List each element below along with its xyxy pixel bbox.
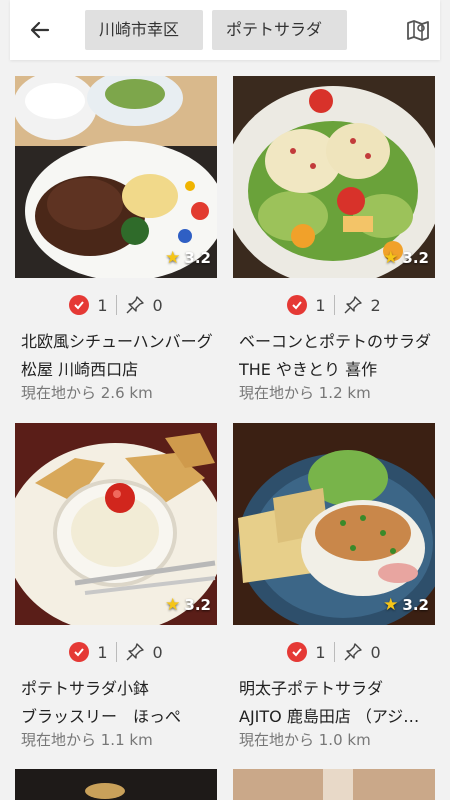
divider bbox=[333, 642, 335, 662]
arrow-left-icon bbox=[30, 21, 50, 39]
dish-title[interactable]: 北欧風シチューハンバーグ bbox=[21, 328, 217, 352]
rating-badge: ★ 3.2 bbox=[165, 248, 211, 268]
check-icon bbox=[287, 642, 308, 662]
shop-name[interactable]: ブラッスリー ほっぺ bbox=[21, 703, 217, 727]
dish-title[interactable]: 明太子ポテトサラダ bbox=[239, 675, 435, 699]
filter-chip-area[interactable]: 川崎市幸区 bbox=[85, 10, 203, 50]
star-icon: ★ bbox=[383, 595, 399, 615]
card-stats: 1 2 bbox=[233, 292, 435, 318]
distance-text: 現在地から 1.2 km bbox=[239, 384, 371, 402]
pin-icon bbox=[126, 643, 144, 661]
result-card[interactable]: ★ 3.2 1 0 明太子ポテトサラダ AJITO 鹿島田店 （アジト） 現在地… bbox=[233, 423, 435, 749]
pin-count: 0 bbox=[370, 642, 381, 662]
rating-value: 3.2 bbox=[402, 596, 429, 614]
rating-badge: ★ 3.2 bbox=[165, 595, 211, 615]
star-icon: ★ bbox=[165, 248, 181, 268]
pin-icon bbox=[344, 643, 362, 661]
check-icon bbox=[69, 642, 90, 662]
star-icon: ★ bbox=[165, 595, 181, 615]
pin-stat[interactable]: 0 bbox=[343, 642, 381, 662]
pin-count: 2 bbox=[370, 295, 381, 315]
dish-photo: ★ 3.2 bbox=[15, 76, 217, 278]
rating-value: 3.2 bbox=[402, 249, 429, 267]
result-card-partial[interactable] bbox=[233, 769, 435, 800]
pin-icon bbox=[126, 296, 144, 314]
dish-title[interactable]: ベーコンとポテトのサラダ bbox=[239, 328, 435, 352]
checkin-count: 1 bbox=[315, 295, 326, 315]
dish-photo: ★ 3.2 bbox=[233, 423, 435, 625]
pin-stat[interactable]: 0 bbox=[125, 642, 163, 662]
divider bbox=[115, 642, 117, 662]
pin-count: 0 bbox=[152, 642, 163, 662]
check-icon bbox=[69, 295, 90, 315]
checkin-stat[interactable]: 1 bbox=[69, 295, 108, 315]
rating-value: 3.2 bbox=[184, 249, 211, 267]
divider bbox=[115, 295, 117, 315]
star-icon: ★ bbox=[383, 248, 399, 268]
card-stats: 1 0 bbox=[15, 292, 217, 318]
check-icon bbox=[287, 295, 308, 315]
shop-name[interactable]: THE やきとり 喜作 bbox=[239, 356, 435, 380]
dish-photo: ★ 3.2 bbox=[15, 423, 217, 625]
result-card[interactable]: ★ 3.2 1 2 ベーコンとポテトのサラダ THE やきとり 喜作 現在地から… bbox=[233, 76, 435, 402]
checkin-stat[interactable]: 1 bbox=[69, 642, 108, 662]
checkin-stat[interactable]: 1 bbox=[287, 642, 326, 662]
distance-text: 現在地から 2.6 km bbox=[21, 384, 153, 402]
result-card-partial[interactable] bbox=[15, 769, 217, 800]
checkin-count: 1 bbox=[97, 295, 108, 315]
dish-photo: ★ 3.2 bbox=[233, 76, 435, 278]
shop-name[interactable]: 松屋 川崎西口店 bbox=[21, 356, 217, 380]
checkin-count: 1 bbox=[97, 642, 108, 662]
result-card[interactable]: ★ 3.2 1 0 北欧風シチューハンバーグ 松屋 川崎西口店 現在地から 2.… bbox=[15, 76, 217, 402]
map-button[interactable] bbox=[402, 14, 434, 46]
back-button[interactable] bbox=[24, 14, 56, 46]
pin-icon bbox=[344, 296, 362, 314]
rating-badge: ★ 3.2 bbox=[383, 595, 429, 615]
pin-stat[interactable]: 0 bbox=[125, 295, 163, 315]
filter-chip-keyword[interactable]: ポテトサラダ bbox=[212, 10, 347, 50]
card-stats: 1 0 bbox=[15, 639, 217, 665]
top-bar: 川崎市幸区 ポテトサラダ bbox=[10, 0, 440, 60]
result-card[interactable]: ★ 3.2 1 0 ポテトサラダ小鉢 ブラッスリー ほっぺ 現在地から 1.1 … bbox=[15, 423, 217, 749]
card-stats: 1 0 bbox=[233, 639, 435, 665]
rating-badge: ★ 3.2 bbox=[383, 248, 429, 268]
shop-name[interactable]: AJITO 鹿島田店 （アジト） bbox=[239, 703, 435, 727]
distance-text: 現在地から 1.1 km bbox=[21, 731, 153, 749]
pin-stat[interactable]: 2 bbox=[343, 295, 381, 315]
checkin-count: 1 bbox=[315, 642, 326, 662]
checkin-stat[interactable]: 1 bbox=[287, 295, 326, 315]
rating-value: 3.2 bbox=[184, 596, 211, 614]
divider bbox=[333, 295, 335, 315]
map-icon bbox=[407, 20, 429, 41]
pin-count: 0 bbox=[152, 295, 163, 315]
distance-text: 現在地から 1.0 km bbox=[239, 731, 371, 749]
dish-title[interactable]: ポテトサラダ小鉢 bbox=[21, 675, 217, 699]
